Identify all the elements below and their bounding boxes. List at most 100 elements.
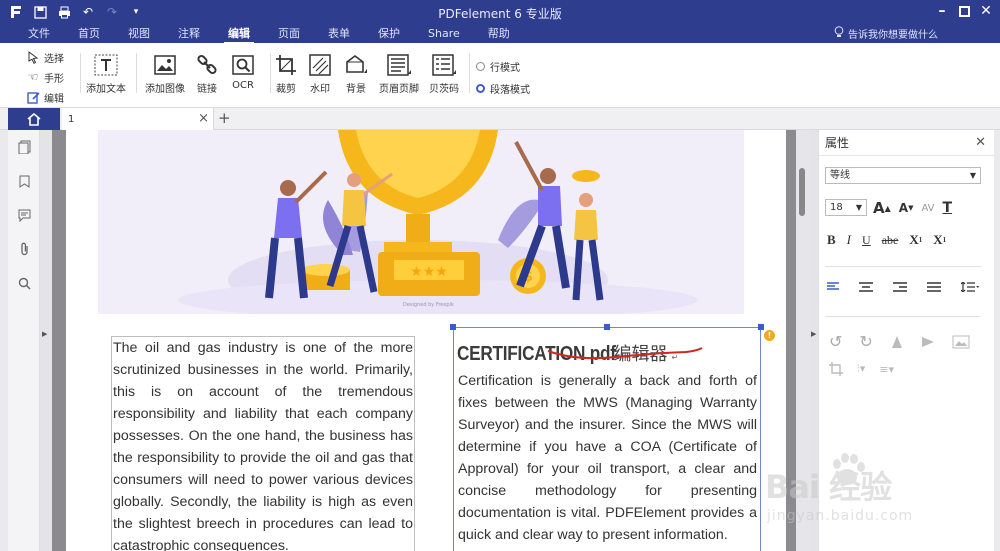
object-tools-row1: ↺ ↻ xyxy=(829,332,970,351)
close-icon[interactable]: ✕ xyxy=(978,3,994,19)
warning-badge-icon[interactable]: ! xyxy=(764,330,775,341)
header-footer-icon xyxy=(386,53,412,77)
thumbnails-icon[interactable] xyxy=(8,130,40,164)
watermark-icon xyxy=(307,53,333,77)
new-tab-icon[interactable]: + xyxy=(218,109,231,127)
expand-arrow-icon: ▶ xyxy=(42,330,48,338)
window-controls: – ✕ xyxy=(934,3,994,19)
subscript-icon[interactable]: X1 xyxy=(933,232,946,248)
menu-page[interactable]: 页面 xyxy=(264,24,314,43)
menu-home[interactable]: 首页 xyxy=(64,24,114,43)
crop-image-icon[interactable] xyxy=(829,362,843,376)
panel-divider xyxy=(825,316,981,317)
flip-vertical-icon[interactable] xyxy=(890,335,904,349)
font-size-value: 18 xyxy=(830,202,843,213)
rotate-left-icon[interactable]: ↺ xyxy=(829,332,842,351)
customize-toolbar-icon[interactable]: ▾ xyxy=(128,4,144,20)
comment-icon[interactable] xyxy=(8,198,40,232)
align-right-icon[interactable] xyxy=(893,282,907,292)
menu-file[interactable]: 文件 xyxy=(14,24,64,43)
line-mode-option[interactable]: 行模式 xyxy=(476,59,530,74)
font-size-tools: A ▲ A ▼ AV T xyxy=(873,199,952,217)
header-footer-button[interactable]: 页眉页脚 xyxy=(374,53,424,95)
left-text-block[interactable]: The oil and gas industry is one of the m… xyxy=(111,336,415,551)
font-family-select[interactable]: 等线 ▼ xyxy=(825,167,981,184)
underline-icon[interactable]: U xyxy=(862,233,871,248)
add-text-button[interactable]: 添加文本 xyxy=(81,53,131,95)
menu-comment[interactable]: 注释 xyxy=(164,24,214,43)
scrollbar-thumb[interactable] xyxy=(799,168,805,216)
edit-mode-options: 行模式 段落模式 xyxy=(476,59,530,96)
superscript-icon[interactable]: X1 xyxy=(909,232,922,248)
paragraph-mode-label: 段落模式 xyxy=(490,85,530,96)
text-spacing-icon[interactable]: AV xyxy=(921,203,934,214)
image-icon xyxy=(152,53,178,77)
maximize-icon[interactable] xyxy=(956,3,972,19)
document-viewport[interactable]: ★★★ $ Designed by Freepik The oil and ga… xyxy=(52,130,796,551)
text-color-icon[interactable]: T xyxy=(943,200,953,216)
minimize-icon[interactable]: – xyxy=(934,3,950,19)
home-icon xyxy=(27,112,41,126)
menu-help[interactable]: 帮助 xyxy=(474,24,524,43)
home-tab[interactable] xyxy=(8,108,60,130)
expand-arrow-icon: ▶ xyxy=(811,330,817,338)
resize-handle-top-middle[interactable] xyxy=(604,324,610,330)
bates-number-button[interactable]: 贝茨码 xyxy=(419,53,469,95)
undo-icon[interactable]: ↶ xyxy=(80,4,96,20)
distribute-objects-icon[interactable]: ≡▾ xyxy=(879,363,894,376)
menu-protect[interactable]: 保护 xyxy=(364,24,414,43)
line-spacing-icon[interactable] xyxy=(961,282,979,292)
background-icon xyxy=(343,53,369,77)
tell-me-label: 告诉我你想要做什么 xyxy=(848,30,938,41)
italic-icon[interactable]: I xyxy=(847,232,851,248)
paragraph-mode-radio[interactable] xyxy=(476,84,485,93)
left-sidebar xyxy=(8,130,40,551)
tell-me-search[interactable]: 告诉我你想要做什么 xyxy=(834,26,938,41)
edit-pencil-icon xyxy=(26,90,40,104)
line-mode-radio[interactable] xyxy=(476,62,485,71)
print-icon[interactable] xyxy=(56,4,72,20)
edit-ribbon: 选择 ☜ 手形 编辑 添加文本 添加图像 链接 OCR 裁剪 水印 背景 页眉页… xyxy=(0,43,1000,108)
menu-share[interactable]: Share xyxy=(414,24,474,43)
left-panel-toggle[interactable]: ▶ xyxy=(40,130,52,551)
edit-mode[interactable]: 编辑 xyxy=(26,89,64,105)
redo-icon[interactable]: ↷ xyxy=(104,4,120,20)
flip-horizontal-icon[interactable] xyxy=(921,335,935,349)
attachment-icon[interactable] xyxy=(8,232,40,266)
increase-font-icon[interactable]: A ▲ xyxy=(873,199,891,217)
alignment-tools xyxy=(827,282,979,292)
search-icon[interactable] xyxy=(8,266,40,300)
image-credit: Designed by Freepik xyxy=(403,302,454,308)
font-style-tools: B I U abe X1 X1 xyxy=(827,232,946,248)
resize-handle-top-left[interactable] xyxy=(450,324,456,330)
paragraph-mode-option[interactable]: 段落模式 xyxy=(476,81,530,96)
replace-image-icon[interactable] xyxy=(952,335,970,349)
rotate-right-icon[interactable]: ↻ xyxy=(859,332,872,351)
align-objects-icon[interactable]: ⫶▾ xyxy=(857,362,865,376)
select-mode[interactable]: 选择 xyxy=(26,49,64,65)
menu-edit[interactable]: 编辑 xyxy=(214,24,264,44)
menu-form[interactable]: 表单 xyxy=(314,24,364,43)
justify-icon[interactable] xyxy=(927,282,941,292)
app-logo-icon xyxy=(8,4,24,20)
decrease-font-icon[interactable]: A ▼ xyxy=(899,201,914,215)
menu-view[interactable]: 视图 xyxy=(114,24,164,43)
resize-handle-top-right[interactable] xyxy=(758,324,764,330)
baidu-jingyan-watermark: Bai 经验 jingyan.baidu.com xyxy=(765,448,965,538)
line-mode-label: 行模式 xyxy=(490,63,520,74)
bookmark-icon[interactable] xyxy=(8,164,40,198)
bold-icon[interactable]: B xyxy=(827,232,836,248)
close-panel-icon[interactable]: ✕ xyxy=(975,135,986,150)
hand-mode[interactable]: ☜ 手形 xyxy=(26,69,64,85)
align-center-icon[interactable] xyxy=(859,282,873,292)
strikethrough-icon[interactable]: abe xyxy=(882,233,899,248)
font-size-select[interactable]: 18 ▼ xyxy=(825,199,867,216)
hand-icon: ☜ xyxy=(27,70,39,84)
main-menu: 文件 首页 视图 注释 编辑 页面 表单 保护 Share 帮助 xyxy=(14,24,524,44)
close-tab-icon[interactable]: × xyxy=(198,111,209,126)
hand-mode-label: 手形 xyxy=(44,73,64,85)
save-icon[interactable] xyxy=(32,4,48,20)
add-text-label: 添加文本 xyxy=(86,84,126,95)
document-tab[interactable]: 1 × xyxy=(62,108,214,130)
align-left-icon[interactable] xyxy=(827,282,839,292)
